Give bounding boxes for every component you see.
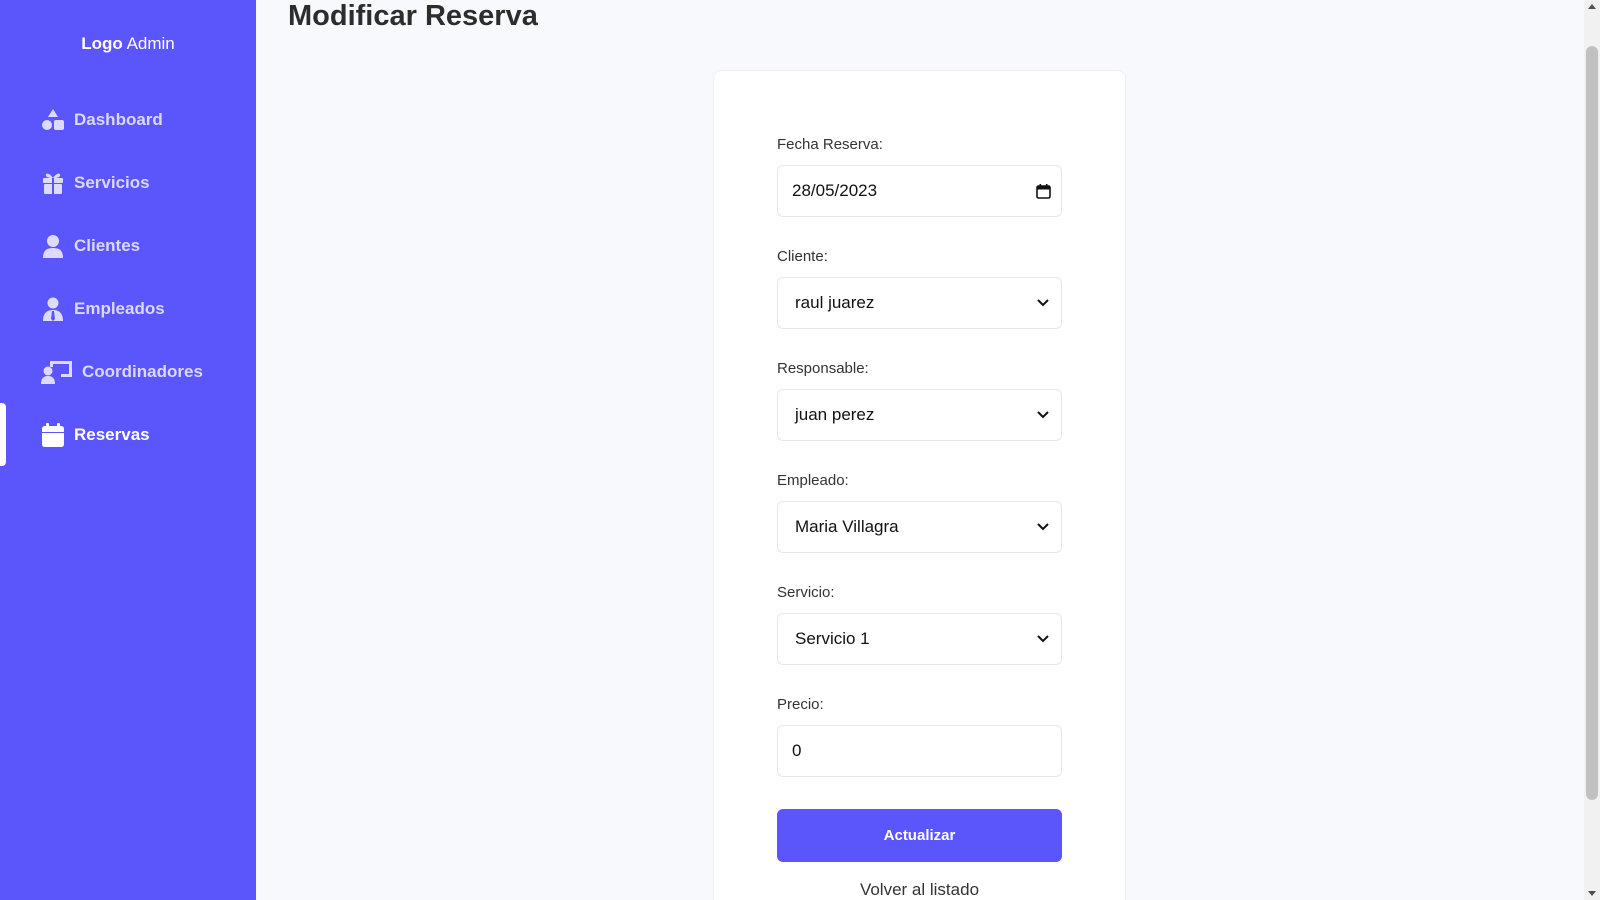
scrollbar[interactable] [1584,0,1600,900]
chevron-down-icon [1035,631,1051,647]
precio-input[interactable]: 0 [777,725,1062,777]
sidebar-item-label: Reservas [74,424,150,444]
fecha-reserva-input[interactable]: 28/05/2023 [777,165,1062,217]
sidebar-item-coordinadores[interactable]: Coordinadores [0,340,256,403]
sidebar-item-clientes[interactable]: Clientes [0,214,256,277]
chevron-down-icon [1035,519,1051,535]
sidebar-item-dashboard[interactable]: Dashboard [0,88,256,151]
servicio-label: Servicio: [777,584,835,601]
shapes-icon [40,107,66,133]
cliente-label: Cliente: [777,248,828,265]
calendar-icon [40,422,66,448]
chevron-down-icon [1035,407,1051,423]
sidebar-item-empleados[interactable]: Empleados [0,277,256,340]
user-icon [40,233,66,259]
fecha-value: 28/05/2023 [792,181,878,200]
sidebar-item-label: Dashboard [74,109,163,129]
cliente-select[interactable]: raul juarez [777,277,1062,329]
logo[interactable]: Logo Admin [0,34,256,54]
cliente-value: raul juarez [795,293,875,312]
sidebar-item-label: Empleados [74,298,165,318]
logo-text: Admin [122,34,175,53]
empleado-select[interactable]: Maria Villagra [777,501,1062,553]
calendar-picker-icon[interactable] [1035,183,1051,199]
volver-al-listado-link[interactable]: Volver al listado [777,880,1062,900]
fecha-field-group: Fecha Reserva: 28/05/2023 [777,136,1062,217]
sidebar: Logo Admin Dashboard Servicios Clientes … [0,0,256,900]
responsable-field-group: Responsable: juan perez [777,360,1062,441]
empleado-field-group: Empleado: Maria Villagra [777,472,1062,553]
responsable-label: Responsable: [777,360,869,377]
chevron-down-icon [1035,295,1051,311]
actualizar-button[interactable]: Actualizar [777,809,1062,862]
scrollbar-thumb[interactable] [1586,46,1598,800]
empleado-value: Maria Villagra [795,517,899,536]
servicio-select[interactable]: Servicio 1 [777,613,1062,665]
page-title: Modificar Reserva [288,0,538,32]
sidebar-item-label: Coordinadores [82,361,203,381]
fecha-label: Fecha Reserva: [777,136,883,153]
logo-strong: Logo [81,34,123,53]
responsable-select[interactable]: juan perez [777,389,1062,441]
precio-label: Precio: [777,696,824,713]
responsable-value: juan perez [795,405,875,424]
servicio-value: Servicio 1 [795,629,870,648]
scroll-up-icon[interactable] [1588,4,1596,9]
servicio-field-group: Servicio: Servicio 1 [777,584,1062,665]
sidebar-nav: Dashboard Servicios Clientes Empleados C… [0,88,256,466]
sidebar-item-label: Servicios [74,172,150,192]
chalkboard-user-icon [40,359,74,385]
sidebar-item-reservas[interactable]: Reservas [0,403,256,466]
user-tie-icon [40,296,66,322]
sidebar-item-label: Clientes [74,235,141,255]
empleado-label: Empleado: [777,472,849,489]
scroll-down-icon[interactable] [1588,891,1596,896]
precio-field-group: Precio: 0 [777,696,1062,777]
cliente-field-group: Cliente: raul juarez [777,248,1062,329]
precio-value: 0 [792,741,802,760]
gift-icon [40,170,66,196]
sidebar-item-servicios[interactable]: Servicios [0,151,256,214]
